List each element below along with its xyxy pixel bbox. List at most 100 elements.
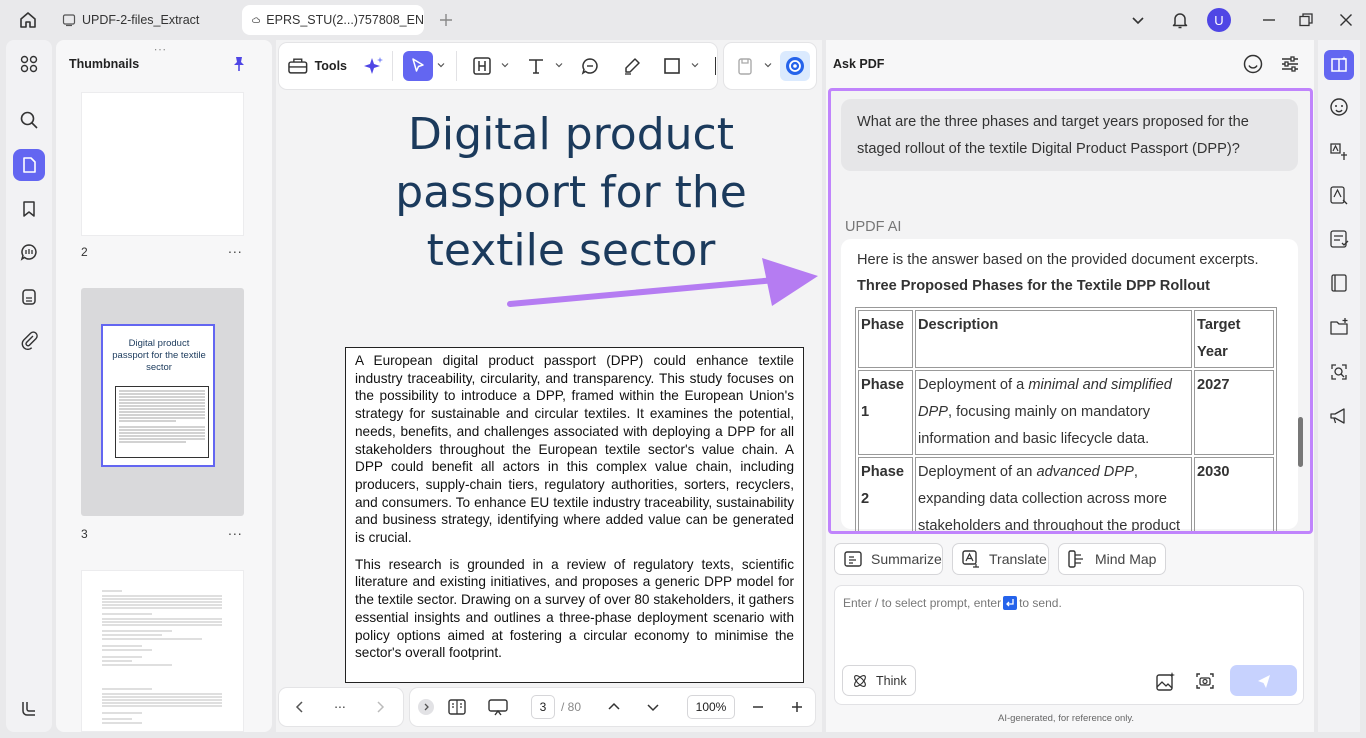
toolbox-icon bbox=[288, 58, 308, 74]
divider bbox=[392, 51, 393, 81]
left-rail bbox=[6, 40, 52, 732]
restore-icon[interactable] bbox=[1296, 10, 1316, 30]
chevron-down-icon[interactable] bbox=[435, 58, 447, 72]
chevron-down-icon[interactable] bbox=[499, 58, 511, 72]
minimize-icon[interactable] bbox=[1259, 10, 1279, 30]
book-icon[interactable] bbox=[1325, 269, 1353, 297]
page-more-button[interactable]: ... bbox=[228, 240, 243, 256]
translate-icon[interactable] bbox=[1325, 137, 1353, 165]
chat-area: What are the three phases and target yea… bbox=[828, 88, 1313, 534]
answer-intro: Here is the answer based on the provided… bbox=[857, 252, 1259, 268]
summarize-button[interactable]: Summarize bbox=[834, 543, 943, 575]
chat-bot-icon[interactable] bbox=[1325, 93, 1353, 121]
pin-icon[interactable] bbox=[231, 56, 247, 72]
bookmark-icon[interactable] bbox=[13, 193, 45, 225]
chevron-down-icon[interactable] bbox=[689, 58, 701, 72]
mind-map-icon bbox=[1068, 550, 1083, 568]
megaphone-icon[interactable] bbox=[1325, 402, 1353, 430]
image-upload-icon[interactable] bbox=[1155, 670, 1177, 692]
avatar[interactable]: U bbox=[1207, 8, 1231, 32]
cloud-doc-icon bbox=[62, 14, 76, 27]
form-icon[interactable] bbox=[1325, 225, 1353, 253]
close-icon[interactable] bbox=[1336, 10, 1356, 30]
zoom-input[interactable]: 100% bbox=[687, 695, 735, 719]
chevron-down-icon[interactable] bbox=[1128, 10, 1148, 30]
scrollbar[interactable] bbox=[1298, 417, 1303, 467]
zoom-in-icon[interactable] bbox=[786, 696, 808, 718]
page-down-icon[interactable] bbox=[642, 696, 664, 718]
translate-button[interactable]: Translate bbox=[952, 543, 1049, 575]
collapse-icon[interactable] bbox=[418, 699, 434, 715]
select-tool-icon[interactable] bbox=[403, 51, 433, 81]
ask-pdf-title: Ask PDF bbox=[833, 57, 885, 71]
chevron-down-icon[interactable] bbox=[762, 58, 774, 72]
think-toggle[interactable]: Think bbox=[842, 665, 916, 696]
thumbnails-title: Thumbnails bbox=[69, 57, 140, 71]
more-tools-icon[interactable] bbox=[715, 57, 718, 75]
divider bbox=[456, 51, 457, 81]
desc-text: , focusing mainly on mandatory informati… bbox=[918, 404, 1150, 447]
shape-tool-icon[interactable] bbox=[659, 53, 685, 79]
page-input[interactable]: 3 bbox=[531, 695, 555, 719]
attachment-icon[interactable] bbox=[13, 324, 45, 356]
bell-icon[interactable] bbox=[1170, 10, 1190, 30]
apps-icon[interactable] bbox=[13, 48, 45, 80]
thumbnail-abstract-box bbox=[115, 386, 209, 458]
pen-tool-icon[interactable] bbox=[619, 53, 645, 79]
thumbnail-page: Digital product passport for the textile… bbox=[101, 324, 215, 467]
tab-label: UPDF-2-files_Extract bbox=[82, 13, 200, 27]
text-tool-icon[interactable] bbox=[523, 53, 549, 79]
updf-logo-icon[interactable] bbox=[13, 692, 45, 724]
screenshot-icon[interactable] bbox=[1194, 670, 1216, 692]
history-icon[interactable] bbox=[1242, 53, 1264, 75]
table-header: Description bbox=[915, 310, 1192, 368]
previous-icon[interactable] bbox=[289, 696, 311, 718]
ask-pdf-icon[interactable] bbox=[1324, 50, 1354, 80]
mind-map-button[interactable]: Mind Map bbox=[1058, 543, 1166, 575]
title-line: passport for the bbox=[395, 167, 747, 218]
thumbnails-icon[interactable] bbox=[13, 149, 45, 181]
phases-table: Phase Description Target Year Phase 1 De… bbox=[855, 307, 1277, 531]
tab-eprs[interactable]: EPRS_STU(2...)757808_EN bbox=[242, 5, 424, 35]
abstract-box: A European digital product passport (DPP… bbox=[345, 347, 804, 683]
comment-icon[interactable] bbox=[13, 236, 45, 268]
mind-map-label: Mind Map bbox=[1095, 551, 1157, 567]
save-icon[interactable] bbox=[732, 53, 758, 79]
page-4-thumbnail[interactable] bbox=[81, 570, 244, 732]
send-button[interactable] bbox=[1230, 665, 1297, 696]
ocr-icon[interactable] bbox=[1325, 181, 1353, 209]
ai-sparkle-icon[interactable] bbox=[361, 53, 387, 79]
secondary-toolbar bbox=[724, 43, 816, 89]
answer-heading: Three Proposed Phases for the Textile DP… bbox=[857, 278, 1211, 294]
home-icon[interactable] bbox=[18, 10, 38, 30]
tools-button[interactable]: Tools bbox=[287, 51, 347, 81]
page-more-button[interactable]: ... bbox=[228, 522, 243, 538]
chevron-down-icon[interactable] bbox=[553, 58, 565, 72]
tab-extract[interactable]: UPDF-2-files_Extract bbox=[52, 5, 237, 35]
search-document-icon[interactable] bbox=[1325, 358, 1353, 386]
title-bar: UPDF-2-files_Extract EPRS_STU(2...)75780… bbox=[0, 0, 1366, 40]
user-question: What are the three phases and target yea… bbox=[841, 99, 1298, 171]
drag-handle[interactable]: ∙∙∙ bbox=[154, 42, 167, 56]
page-up-icon[interactable] bbox=[603, 696, 625, 718]
phase-cell: Phase 2 bbox=[858, 457, 913, 531]
header-footer-icon[interactable] bbox=[469, 53, 495, 79]
search-icon[interactable] bbox=[13, 104, 45, 136]
presentation-icon[interactable] bbox=[486, 696, 510, 718]
page-3-thumbnail[interactable]: Digital product passport for the textile… bbox=[81, 288, 244, 516]
comment-tool-icon[interactable] bbox=[577, 53, 603, 79]
storage-icon[interactable] bbox=[13, 281, 45, 313]
folder-add-icon[interactable] bbox=[1325, 313, 1353, 341]
new-tab-icon[interactable] bbox=[436, 10, 456, 30]
more-button[interactable]: ... bbox=[329, 692, 351, 714]
zoom-out-icon[interactable] bbox=[747, 696, 769, 718]
page-2-thumbnail[interactable] bbox=[81, 92, 244, 236]
settings-sliders-icon[interactable] bbox=[1279, 53, 1301, 75]
updf-ai-icon[interactable] bbox=[780, 51, 810, 81]
table-row: Phase 1 Deployment of a minimal and simp… bbox=[858, 370, 1274, 455]
summarize-label: Summarize bbox=[871, 551, 942, 567]
prompt-input[interactable]: Enter / to select prompt, enter to send.… bbox=[834, 585, 1304, 705]
page-layout-icon[interactable] bbox=[446, 696, 468, 718]
next-icon[interactable] bbox=[369, 696, 391, 718]
document-area: Tools Digital product passport for the t… bbox=[276, 40, 822, 732]
